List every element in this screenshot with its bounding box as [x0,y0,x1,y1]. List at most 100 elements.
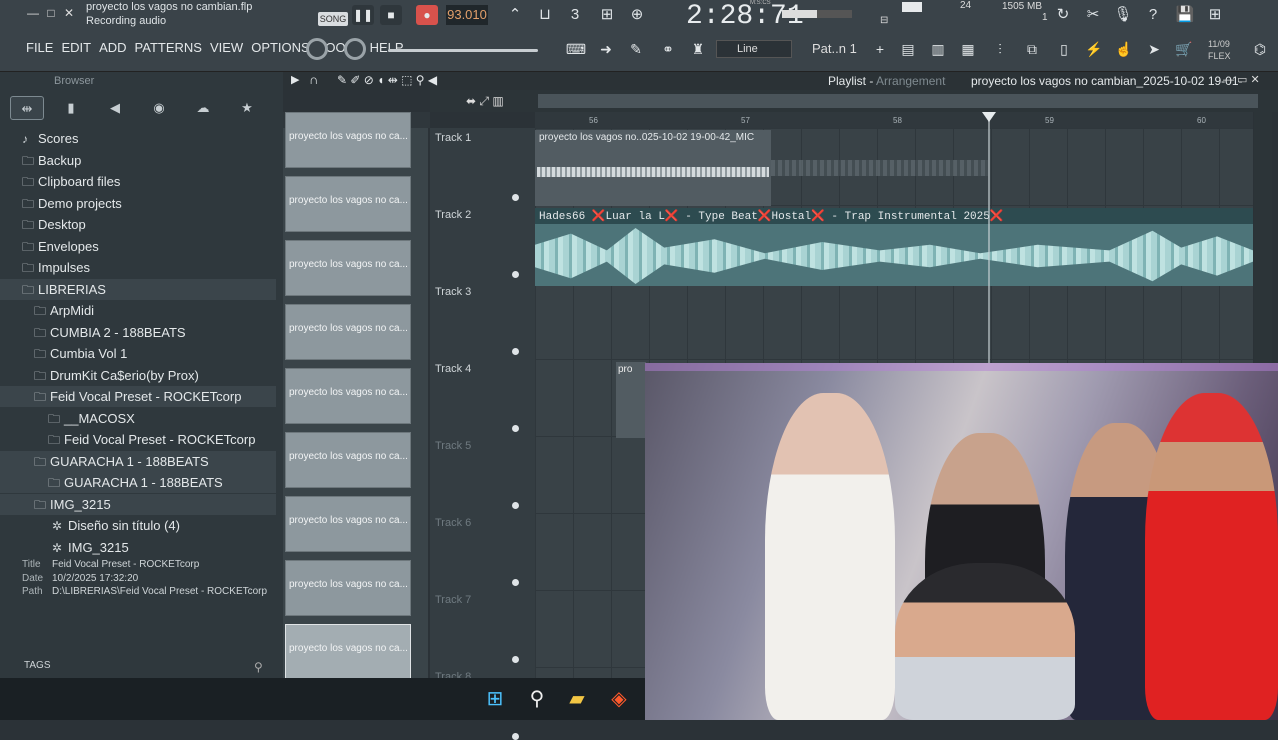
audio-clip-track4[interactable]: pro [616,362,646,438]
brave-browser-icon[interactable]: ◈ [606,686,632,712]
menu-options[interactable]: OPTIONS [251,40,310,55]
menu-patterns[interactable]: PATTERNS [135,40,202,55]
piano-roll-icon[interactable]: ⊟ [880,15,894,27]
menu-edit[interactable]: EDIT [61,40,91,55]
arrow-right-icon[interactable]: ➜ [594,38,618,60]
search-icon[interactable]: ⚲ [524,686,550,712]
track-enable-dot[interactable] [512,656,519,663]
pattern-clip[interactable]: proyecto los vagos no ca... [285,112,411,168]
tools-icon[interactable]: ⬌ ⤢ ▥ [466,94,504,109]
plugin-icon[interactable]: ⧉ [1020,38,1044,60]
draw-icon[interactable]: ✎ [624,38,648,60]
timeline-scrollbar[interactable] [538,94,1258,108]
browser-item[interactable]: 🗀 CUMBIA 2 - 188BEATS [34,322,186,343]
browser-item[interactable]: 🗀 DrumKit Ca$erio(by Prox) [34,365,199,386]
browser-item[interactable]: 🗀 Feid Vocal Preset - ROCKETcorp [48,429,255,450]
countdown-icon[interactable]: 3 [562,3,588,27]
favorites-tab-icon[interactable]: ★ [230,96,264,120]
record-button[interactable]: ● [416,5,438,25]
pattern-select[interactable]: Pat..n 1 [812,40,868,58]
piano-roll-view-icon[interactable]: ▥ [926,38,950,60]
options-icon[interactable]: ⌬ [1248,38,1272,60]
browser-item[interactable]: 🗀 Feid Vocal Preset - ROCKETcorp [34,386,241,407]
track-label[interactable]: Track 4 [435,363,471,375]
blend-icon[interactable]: ⊕ [624,3,650,27]
pencil-icon[interactable]: ✎ ✐ ⊘ ◖ ⇹ ⬚ ⚲ ◀ [337,73,437,87]
microphone-icon[interactable]: 🎙 [1110,3,1136,27]
track-label[interactable]: Track 2 [435,209,471,221]
pattern-clip[interactable]: proyecto los vagos no ca... [285,432,411,488]
tempo-display[interactable]: 93.010 [446,5,488,25]
pattern-clip[interactable]: proyecto los vagos no ca... [285,496,411,552]
close-icon[interactable]: ✕ [62,6,76,20]
folder-icon[interactable]: ▰ [564,686,590,712]
window-controls[interactable]: — ▭ ✕ [1223,73,1260,86]
touch-icon[interactable]: ☝ [1112,38,1136,60]
browser-item[interactable]: 🗀 __MACOSX [48,408,135,429]
arrow-icon[interactable]: ▶ [291,73,299,86]
audio-clip-track2[interactable]: Hades66 ❌Luar la L❌ - Type Beat❌Hostal❌ … [535,208,1253,286]
plug-icon[interactable]: ⚡ [1082,38,1106,60]
share-icon[interactable]: ➤ [1142,38,1166,60]
channel-rack-icon[interactable]: ▦ [956,38,980,60]
track-enable-dot[interactable] [512,502,519,509]
play-button[interactable]: ❚❚ [352,5,374,25]
pattern-clip[interactable]: proyecto los vagos no ca... [285,240,411,296]
song-mode-button[interactable]: SONG [318,12,348,26]
track-label[interactable]: Track 1 [435,132,471,144]
track-enable-dot[interactable] [512,425,519,432]
menu-view[interactable]: VIEW [210,40,243,55]
browser-item[interactable]: 🗀 GUARACHA 1 - 188BEATS [48,472,223,493]
browser-item[interactable]: ✲ IMG_3215 [52,537,129,558]
audio-clip-track1[interactable]: proyecto los vagos no..025-10-02 19-00-4… [535,130,771,206]
playhead-marker[interactable] [982,112,996,122]
pattern-clip[interactable]: proyecto los vagos no ca... [285,624,411,680]
track-enable-dot[interactable] [512,348,519,355]
restore-icon[interactable]: □ [44,6,58,20]
timeline-ruler[interactable]: 56 57 58 59 60 [535,112,1253,128]
mixer-icon[interactable]: ⊞ [1202,3,1228,27]
project-tab-icon[interactable]: ▮ [54,96,88,120]
pattern-clip[interactable]: proyecto los vagos no ca... [285,304,411,360]
mixer-view-icon[interactable]: ⫶ [988,38,1012,60]
track-label[interactable]: Track 7 [435,594,471,606]
pattern-clip[interactable]: proyecto los vagos no ca... [285,560,411,616]
menu-add[interactable]: ADD [99,40,126,55]
link-icon[interactable]: ⚭ [656,38,680,60]
track-enable-dot[interactable] [512,194,519,201]
browser-item[interactable]: 🗀 Impulses [22,257,90,278]
minimize-icon[interactable]: — [26,6,40,20]
shop-icon[interactable]: 🛒 [1172,38,1196,60]
track-enable-dot[interactable] [512,579,519,586]
file-icon[interactable]: ▯ [1052,38,1076,60]
add-pattern-icon[interactable]: + [868,38,892,60]
cut-icon[interactable]: ✂ [1080,3,1106,27]
browser-item[interactable]: ♪ Scores [22,128,78,149]
menu-file[interactable]: FILE [26,40,53,55]
track-label[interactable]: Track 3 [435,286,471,298]
browser-item[interactable]: 🗀 Cumbia Vol 1 [34,343,127,364]
step-edit-icon[interactable]: ⊞ [594,3,620,27]
help-icon[interactable]: ? [1140,3,1166,27]
stop-button[interactable]: ■ [380,5,402,25]
master-volume-knob[interactable] [306,38,328,60]
cloud-tab-icon[interactable]: ☁ [186,96,220,120]
stamp-icon[interactable]: ♜ [686,38,710,60]
track-label[interactable]: Track 6 [435,517,471,529]
track-label[interactable]: Track 5 [435,440,471,452]
menu-help[interactable]: HELP [370,40,404,55]
playlist-view-icon[interactable]: ▤ [896,38,920,60]
browser-item[interactable]: 🗀 Backup [22,150,81,171]
save-icon[interactable]: 💾 [1172,3,1198,27]
browser-item[interactable]: 🗀 GUARACHA 1 - 188BEATS [34,451,209,472]
wait-icon[interactable]: ⊔ [532,3,558,27]
master-pitch-knob[interactable] [344,38,366,60]
search-icon[interactable]: ⚲ [254,660,263,674]
browser-item[interactable]: 🗀 LIBRERIAS [22,279,106,300]
browser-item[interactable]: 🗀 Demo projects [22,193,122,214]
browser-item[interactable]: 🗀 ArpMidi [34,300,94,321]
online-tab-icon[interactable]: ◉ [142,96,176,120]
browser-item[interactable]: 🗀 Envelopes [22,236,99,257]
keyboard-icon[interactable]: ⌨ [564,38,588,60]
browser-item[interactable]: ✲ Diseño sin título (4) [52,515,180,536]
